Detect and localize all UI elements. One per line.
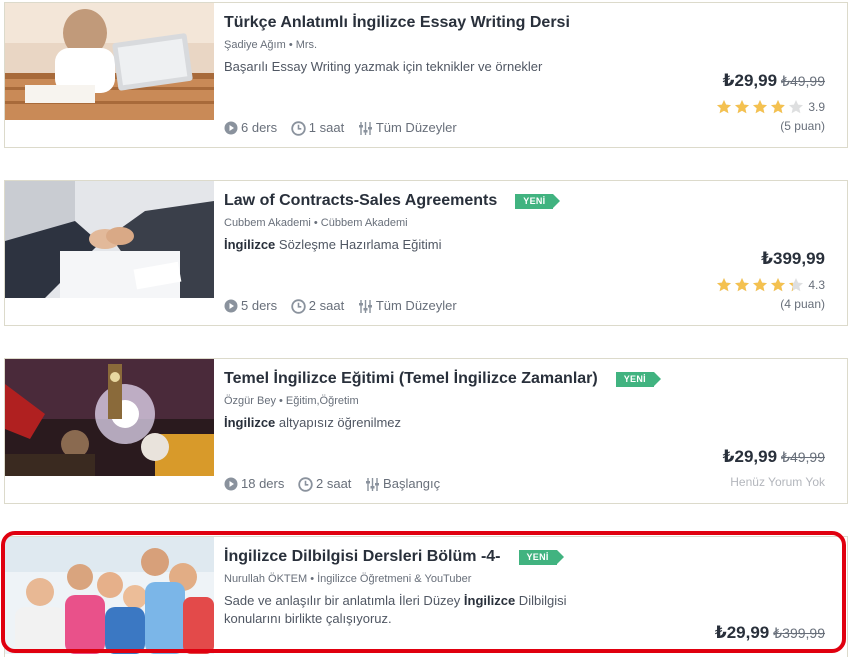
course-title[interactable]: İngilizce Dilbilgisi Dersleri Bölüm -4- Y…	[224, 548, 564, 566]
price: ₺29,99 ₺49,99	[723, 447, 825, 467]
course-meta: 6 ders 1 saat Tüm Düzeyler	[224, 119, 467, 136]
level: Tüm Düzeyler	[358, 298, 457, 314]
lecture-count: 6 ders	[224, 120, 277, 136]
star-icon	[753, 278, 768, 292]
course-description: Sade ve anlaşılır bir anlatımla İleri Dü…	[224, 593, 567, 626]
course-author: Özgür Bey • Eğitim,Öğretim	[224, 395, 359, 407]
new-badge: YENİ	[518, 549, 564, 565]
star-rating-graphic	[717, 100, 804, 114]
course-description: Başarılı Essay Writing yazmak için tekni…	[224, 59, 543, 74]
course-thumbnail[interactable]	[5, 181, 214, 298]
course-card[interactable]: İngilizce Dilbilgisi Dersleri Bölüm -4- Y…	[4, 536, 848, 657]
course-description: İngilizce altyapısız öğrenilmez	[224, 415, 402, 430]
course-card[interactable]: Temel İngilizce Eğitimi (Temel İngilizce…	[4, 358, 848, 504]
new-badge: YENİ	[615, 371, 662, 387]
star-icon	[717, 100, 732, 114]
star-rating	[716, 99, 806, 114]
level-sliders-icon	[366, 477, 380, 491]
current-price: ₺29,99	[722, 447, 778, 466]
lecture-count: 5 ders	[224, 298, 277, 314]
price: ₺29,99 ₺49,99	[723, 71, 825, 91]
rating-value: 4.3	[808, 278, 825, 292]
course-meta: 5 ders 2 saat Tüm Düzeyler	[224, 297, 467, 314]
course-author: Şadiye Ağım • Mrs.	[224, 39, 318, 51]
star-rating-graphic	[717, 278, 804, 292]
star-icon	[753, 100, 768, 114]
course-thumbnail[interactable]	[5, 359, 214, 476]
price: ₺29,99 ₺399,99	[715, 623, 825, 643]
course-thumbnail[interactable]	[5, 537, 214, 654]
star-rating	[716, 277, 806, 292]
play-circle-icon	[224, 477, 238, 491]
star-icon	[771, 100, 786, 114]
clock-icon	[291, 120, 306, 136]
course-author: Nurullah ÖKTEM • İngilizce Öğretmeni & Y…	[224, 573, 472, 585]
lecture-count: 18 ders	[224, 476, 284, 492]
rating: 3.9	[716, 99, 825, 115]
play-circle-icon	[224, 121, 238, 135]
duration: 1 saat	[291, 120, 344, 136]
level-sliders-icon	[358, 121, 372, 135]
star-icon	[771, 278, 786, 292]
new-badge: YENİ	[515, 193, 561, 209]
original-price: ₺49,99	[781, 73, 825, 89]
clock-icon	[298, 476, 313, 492]
course-title[interactable]: Temel İngilizce Eğitimi (Temel İngilizce…	[224, 370, 662, 388]
rating: 4.3	[716, 277, 825, 293]
review-count: (5 puan)	[780, 119, 825, 133]
course-thumbnail[interactable]	[5, 3, 214, 120]
star-icon	[789, 278, 804, 292]
duration: 2 saat	[298, 476, 351, 492]
star-icon	[735, 278, 750, 292]
course-author: Cubbem Akademi • Cübbem Akademi	[224, 217, 408, 229]
course-card[interactable]: Türkçe Anlatımlı İngilizce Essay Writing…	[4, 2, 848, 148]
rating-value: 3.9	[808, 100, 825, 114]
original-price: ₺399,99	[773, 625, 825, 641]
duration: 2 saat	[291, 298, 344, 314]
star-icon	[717, 278, 732, 292]
current-price: ₺29,99	[714, 623, 770, 642]
price: ₺399,99	[761, 249, 825, 269]
play-circle-icon	[224, 299, 238, 313]
level-sliders-icon	[358, 299, 372, 313]
original-price: ₺49,99	[781, 449, 825, 465]
current-price: ₺399,99	[761, 249, 825, 268]
course-description: İngilizce Sözleşme Hazırlama Eğitimi	[224, 237, 442, 252]
review-count: (4 puan)	[780, 297, 825, 311]
course-meta: 18 ders 2 saat Başlangıç	[224, 475, 450, 492]
star-icon	[735, 100, 750, 114]
star-icon	[789, 100, 804, 114]
level: Başlangıç	[365, 476, 440, 492]
clock-icon	[291, 298, 306, 314]
course-card[interactable]: Law of Contracts-Sales Agreements YENİ Cu…	[4, 180, 848, 326]
level: Tüm Düzeyler	[358, 120, 457, 136]
current-price: ₺29,99	[722, 71, 778, 90]
no-reviews-text: Henüz Yorum Yok	[730, 475, 825, 489]
course-title[interactable]: Law of Contracts-Sales Agreements YENİ	[224, 192, 561, 210]
course-title[interactable]: Türkçe Anlatımlı İngilizce Essay Writing…	[224, 14, 570, 32]
